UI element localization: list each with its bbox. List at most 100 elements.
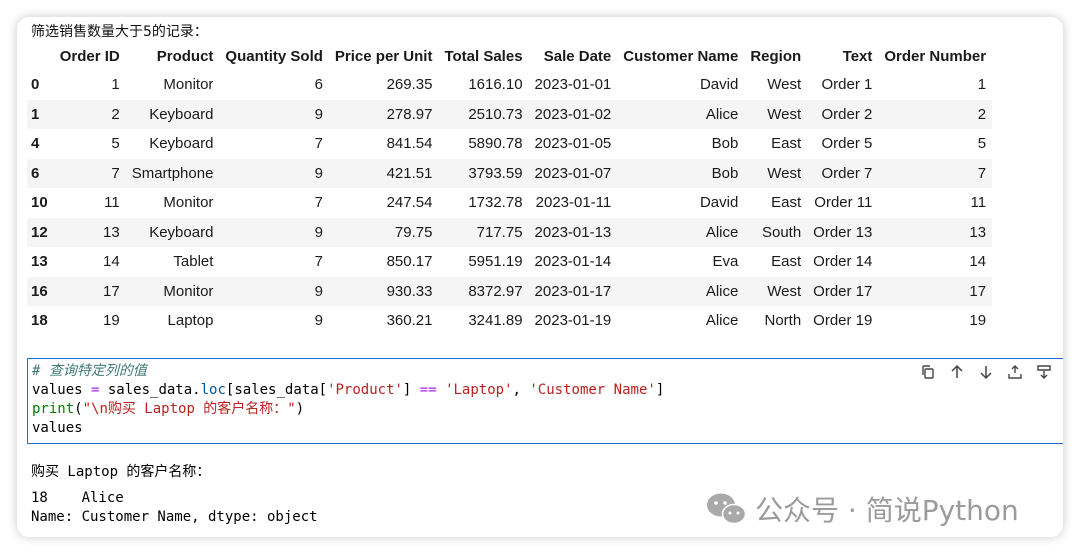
code-line-2: values = sales_data.loc[sales_data['Prod… (32, 382, 664, 398)
table-cell: 2 (111, 105, 120, 123)
table-cell: 5890.78 (468, 135, 523, 153)
table-row: 1 2 Keyboard 9 278.97 2510.73 2023-01-02 Alice W… (27, 99, 993, 129)
table-cell: 1 (977, 76, 987, 94)
table-cell: David (699, 194, 739, 212)
table-cell: 2023-01-11 (535, 194, 612, 212)
table-cell: Alice (705, 282, 739, 300)
table-header: Order ID Product Quantity Sold Price per Un… (27, 43, 992, 70)
copy-icon[interactable] (919, 363, 936, 380)
table-cell: 841.54 (386, 135, 433, 153)
header-row: Order ID Product Quantity Sold Price per Un… (27, 43, 992, 70)
table-cell: Alice (705, 312, 739, 330)
table-cell: Order 13 (813, 223, 873, 241)
table-cell: 7 (314, 253, 323, 271)
table-cell: East (771, 194, 802, 212)
row-index: 0 (31, 76, 40, 94)
table-cell: West (767, 164, 802, 182)
table-row: 16 17 Monitor 9 930.33 8372.97 2023-01-17 Alice… (27, 276, 993, 306)
table-cell: 9 (314, 164, 323, 182)
table-cell: 17 (103, 282, 120, 300)
table-cell: 11 (104, 194, 120, 212)
table-cell: 2023-01-19 (534, 312, 612, 330)
table-cell: Keyboard (149, 223, 214, 241)
output-series-meta: Name: Customer Name, dtype: object (31, 509, 318, 525)
table-row: 0 1 Monitor 6 269.35 1616.10 2023-01-01 David We… (27, 70, 992, 100)
table-cell: Order 14 (813, 253, 873, 271)
table-cell: 14 (103, 253, 120, 271)
table-cell: 13 (969, 223, 987, 241)
cell-output: 购买 Laptop 的客户名称： 18 Alice Name: Customer N… (31, 463, 318, 528)
table-cell: 13 (103, 223, 120, 241)
notebook-card: 筛选销售数量大于5的记录： Order ID Product Quantity So… (17, 17, 1063, 537)
code-token: ( (74, 401, 83, 417)
table-cell: North (764, 312, 802, 330)
wechat-logo-icon (705, 491, 747, 527)
table-cell: 2023-01-14 (534, 253, 612, 271)
code-token: ] (655, 382, 665, 398)
cell-toolbar (919, 363, 1052, 380)
table-cell: Keyboard (149, 135, 214, 153)
table-cell: Alice (705, 223, 739, 241)
column-header: Customer Name (623, 48, 739, 65)
table-row: 10 11 Monitor 7 247.54 1732.78 2023-01-11 David… (27, 188, 992, 218)
table-cell: 2023-01-02 (534, 105, 612, 123)
code-token: ] (402, 382, 420, 398)
table-cell: 1616.10 (468, 76, 523, 94)
table-cell: 7 (314, 135, 323, 153)
code-string: 'Customer Name' (529, 382, 656, 398)
table-cell: 421.51 (386, 164, 433, 182)
table-cell: West (767, 105, 802, 123)
code-editor[interactable]: # 查询特定列的值 values = sales_data.loc[sales_… (32, 362, 664, 438)
code-token: [sales_data[ (225, 382, 328, 398)
table-cell: Bob (711, 135, 739, 153)
insert-above-icon[interactable] (1006, 363, 1023, 380)
row-index: 4 (31, 135, 40, 153)
table-cell: 8372.97 (468, 282, 523, 300)
output-series-row: 18 Alice (31, 489, 124, 506)
table-cell: Monitor (163, 194, 214, 212)
code-string: 'Product' (327, 382, 403, 398)
table-cell: 7 (314, 194, 323, 212)
table-cell: South (761, 223, 802, 241)
arrow-down-icon[interactable] (977, 363, 994, 380)
table-cell: Order 7 (821, 164, 873, 182)
table-cell: Order 2 (821, 105, 873, 123)
table-cell: Order 1 (821, 76, 873, 94)
table-cell: 5951.19 (468, 253, 523, 271)
table-cell: Tablet (173, 253, 214, 271)
table-cell: 7 (111, 164, 120, 182)
table-cell: 2023-01-01 (534, 76, 612, 94)
table-row: 18 19 Laptop 9 360.21 3241.89 2023-01-19 Alice N… (27, 306, 992, 336)
table-cell: 3241.89 (468, 312, 523, 330)
table-cell: 2510.73 (468, 105, 523, 123)
code-token: sales_data. (99, 382, 201, 398)
row-index: 16 (31, 282, 48, 300)
table-cell: 17 (969, 282, 987, 300)
code-token: values (32, 382, 92, 398)
table-cell: 6 (314, 76, 323, 94)
row-index: 18 (31, 312, 48, 330)
table-cell: 9 (314, 312, 323, 330)
watermark-text: 公众号 · 简说Python (755, 494, 1019, 527)
table-cell: 278.97 (386, 105, 433, 123)
row-index: 10 (31, 194, 48, 212)
arrow-up-icon[interactable] (948, 363, 965, 380)
table-cell: 717.75 (476, 223, 523, 241)
code-cell[interactable]: # 查询特定列的值 values = sales_data.loc[sales_… (27, 358, 1063, 444)
table-cell: Keyboard (149, 105, 214, 123)
column-header: Total Sales (444, 48, 523, 65)
table-cell: 5 (111, 135, 120, 153)
table-cell: 2023-01-07 (534, 164, 612, 182)
code-comment: # 查询特定列的值 (32, 363, 147, 379)
table-body: 0 1 Monitor 6 269.35 1616.10 2023-01-01 David We… (27, 70, 993, 336)
table-cell: 9 (314, 282, 323, 300)
output-text-heading: 购买 Laptop 的客户名称： (31, 464, 211, 480)
table-row: 13 14 Tablet 7 850.17 5951.19 2023-01-14 Eva Eas… (27, 247, 992, 277)
insert-below-icon[interactable] (1035, 363, 1052, 380)
row-index: 6 (31, 164, 40, 182)
table-cell: Alice (705, 105, 739, 123)
table-cell: Order 19 (813, 312, 873, 330)
table-cell: 1 (111, 76, 120, 94)
table-row: 6 7 Smartphone 9 421.51 3793.59 2023-01-07 Bob W… (27, 158, 993, 188)
